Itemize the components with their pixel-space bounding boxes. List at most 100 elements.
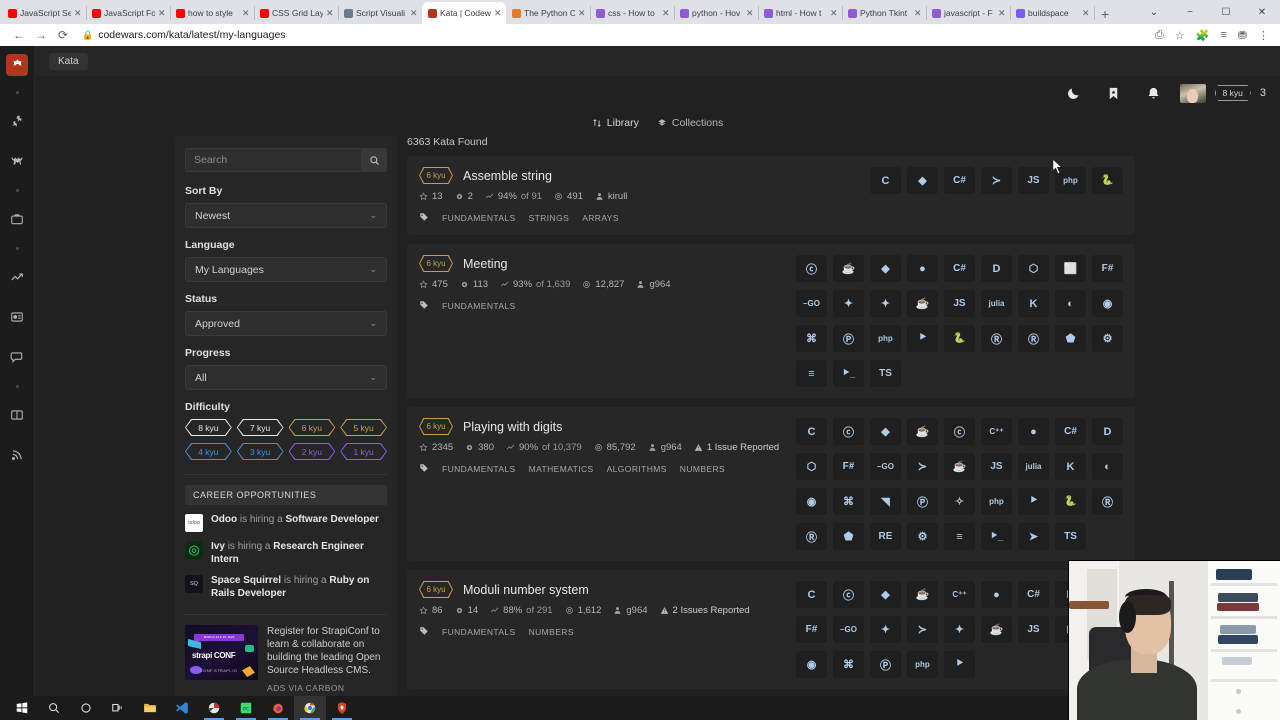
- language-badge-f-[interactable]: F#: [1092, 255, 1123, 282]
- training-icon[interactable]: [4, 148, 30, 174]
- difficulty-pill[interactable]: 3 kyu: [236, 443, 284, 460]
- difficulty-pill[interactable]: 8 kyu: [185, 419, 232, 436]
- close-icon[interactable]: ✕: [410, 8, 418, 19]
- browser-tab[interactable]: buildspace ✕: [1010, 2, 1095, 24]
- language-badge-haskell[interactable]: ≻: [907, 616, 938, 643]
- language-badge-scala[interactable]: ≡: [796, 360, 827, 387]
- app-icon[interactable]: [198, 696, 230, 720]
- kata-tag[interactable]: MATHEMATICS: [529, 464, 594, 474]
- language-badge-java[interactable]: ☕: [944, 453, 975, 480]
- kata-card[interactable]: 6 kyu Assemble string 13 2 94% of 91 491 kirull…: [407, 156, 1135, 235]
- kata-tag[interactable]: FUNDAMENTALS: [442, 301, 516, 311]
- brave-icon[interactable]: [326, 696, 358, 720]
- language-badge-powershell[interactable]: ⯈: [944, 651, 975, 678]
- kata-tag[interactable]: ARRAYS: [582, 213, 619, 223]
- language-badge-python[interactable]: 🐍: [1055, 488, 1086, 515]
- close-icon[interactable]: ✕: [74, 8, 82, 19]
- language-badge-go[interactable]: –GO: [833, 616, 864, 643]
- reading-list-icon[interactable]: ≡: [1220, 29, 1226, 41]
- job-listing[interactable]: ◎ Ivy is hiring a Research Engineer Inter…: [185, 541, 387, 566]
- browser-tab[interactable]: html - How t ✕: [758, 2, 843, 24]
- tab-collections[interactable]: Collections: [657, 117, 723, 129]
- language-badge-dart[interactable]: ●: [981, 581, 1012, 608]
- language-badge-elm[interactable]: ⬜: [1055, 255, 1086, 282]
- language-badge-c-[interactable]: C#: [944, 255, 975, 282]
- language-badge-java[interactable]: ☕: [907, 290, 938, 317]
- kata-title[interactable]: Meeting: [463, 257, 507, 271]
- language-badge-julia[interactable]: julia: [981, 290, 1012, 317]
- language-badge-perl[interactable]: Ⓟ: [870, 651, 901, 678]
- taskview-icon[interactable]: [102, 696, 134, 720]
- language-badge-scala[interactable]: ≡: [944, 523, 975, 550]
- search-icon[interactable]: [38, 696, 70, 720]
- tab-search-icon[interactable]: ⌄: [1136, 2, 1172, 24]
- close-icon[interactable]: ✕: [830, 8, 838, 19]
- language-badge-coffeescript[interactable]: ☕: [907, 418, 938, 445]
- language-badge-haskell[interactable]: ≻: [907, 453, 938, 480]
- language-badge-lua[interactable]: ◐: [1055, 290, 1086, 317]
- language-badge-c[interactable]: C: [796, 418, 827, 445]
- kata-tag[interactable]: FUNDAMENTALS: [442, 627, 516, 637]
- profile-icon[interactable]: ⛃: [1238, 29, 1247, 42]
- language-badge-lua[interactable]: ◐: [1092, 453, 1123, 480]
- language-badge-julia[interactable]: julia: [1018, 453, 1049, 480]
- language-badge-shell[interactable]: ⯈_: [981, 523, 1012, 550]
- close-icon[interactable]: ✕: [242, 8, 250, 19]
- kata-title[interactable]: Assemble string: [463, 169, 552, 183]
- close-icon[interactable]: ✕: [494, 8, 502, 19]
- job-listing[interactable]: odoo Odoo is hiring a Software Developer: [185, 514, 387, 532]
- forward-button[interactable]: →: [30, 28, 52, 42]
- language-badge-pascal[interactable]: ◥: [870, 488, 901, 515]
- browser-tab[interactable]: how to style ✕: [170, 2, 255, 24]
- browser-tab[interactable]: javascript - F ✕: [926, 2, 1011, 24]
- language-badge-crystal[interactable]: ◆: [870, 581, 901, 608]
- language-badge-powershell[interactable]: ⯈: [907, 325, 938, 352]
- kata-tag[interactable]: FUNDAMENTALS: [442, 464, 516, 474]
- language-badge-haxe[interactable]: ✦: [870, 290, 901, 317]
- file-explorer-icon[interactable]: [134, 696, 166, 720]
- language-badge-ruby[interactable]: ⬟: [833, 523, 864, 550]
- language-badge-kotlin[interactable]: K: [1055, 453, 1086, 480]
- docs-icon[interactable]: [4, 402, 30, 428]
- new-tab-button[interactable]: +: [1094, 4, 1116, 24]
- language-badge-haxe[interactable]: ✦: [944, 616, 975, 643]
- kata-tag[interactable]: NUMBERS: [680, 464, 725, 474]
- difficulty-pill[interactable]: 1 kyu: [340, 443, 387, 460]
- stat-author[interactable]: kirull: [595, 191, 627, 202]
- bell-icon[interactable]: [1134, 86, 1174, 101]
- rss-icon[interactable]: [4, 442, 30, 468]
- language-badge-cobol[interactable]: ⓒ: [944, 418, 975, 445]
- language-badge-elixir[interactable]: ⬡: [796, 453, 827, 480]
- language-badge-r[interactable]: Ⓡ: [981, 325, 1012, 352]
- language-badge-python[interactable]: 🐍: [944, 325, 975, 352]
- language-badge-php[interactable]: php: [907, 651, 938, 678]
- difficulty-pill[interactable]: 6 kyu: [288, 419, 336, 436]
- avatar[interactable]: [1179, 83, 1206, 103]
- language-badge-python[interactable]: 🐍: [1092, 167, 1123, 194]
- difficulty-pill[interactable]: 4 kyu: [185, 443, 232, 460]
- kata-tag[interactable]: NUMBERS: [529, 627, 574, 637]
- language-badge-nim[interactable]: ◉: [796, 488, 827, 515]
- maximize-button[interactable]: ☐: [1208, 2, 1244, 24]
- language-badge-javascript[interactable]: JS: [1018, 167, 1049, 194]
- language-badge-typescript[interactable]: TS: [1055, 523, 1086, 550]
- share-icon[interactable]: ⎙: [1155, 29, 1164, 42]
- progress-select[interactable]: All ⌄: [185, 365, 387, 390]
- close-icon[interactable]: ✕: [158, 8, 166, 19]
- moon-icon[interactable]: [1054, 86, 1094, 101]
- kata-card[interactable]: 6 kyu Playing with digits 2345 380 90% of 10,…: [407, 407, 1135, 561]
- stat-author[interactable]: g964: [648, 442, 682, 453]
- language-badge-typescript[interactable]: TS: [870, 360, 901, 387]
- kata-tag[interactable]: ALGORITHMS: [607, 464, 667, 474]
- language-badge-r[interactable]: Ⓡ: [1092, 488, 1123, 515]
- close-icon[interactable]: ✕: [326, 8, 334, 19]
- language-badge-php[interactable]: php: [1055, 167, 1086, 194]
- language-badge-swift[interactable]: ➤: [1018, 523, 1049, 550]
- language-badge-clojure[interactable]: ⓒ: [796, 255, 827, 282]
- star-icon[interactable]: ☆: [1175, 29, 1185, 42]
- tab-library[interactable]: Library: [592, 117, 639, 129]
- status-select[interactable]: Approved ⌄: [185, 311, 387, 336]
- language-badge-powershell[interactable]: ⯈: [1018, 488, 1049, 515]
- browser-tab[interactable]: css - How to ✕: [590, 2, 675, 24]
- language-badge-ruby[interactable]: ⬟: [1055, 325, 1086, 352]
